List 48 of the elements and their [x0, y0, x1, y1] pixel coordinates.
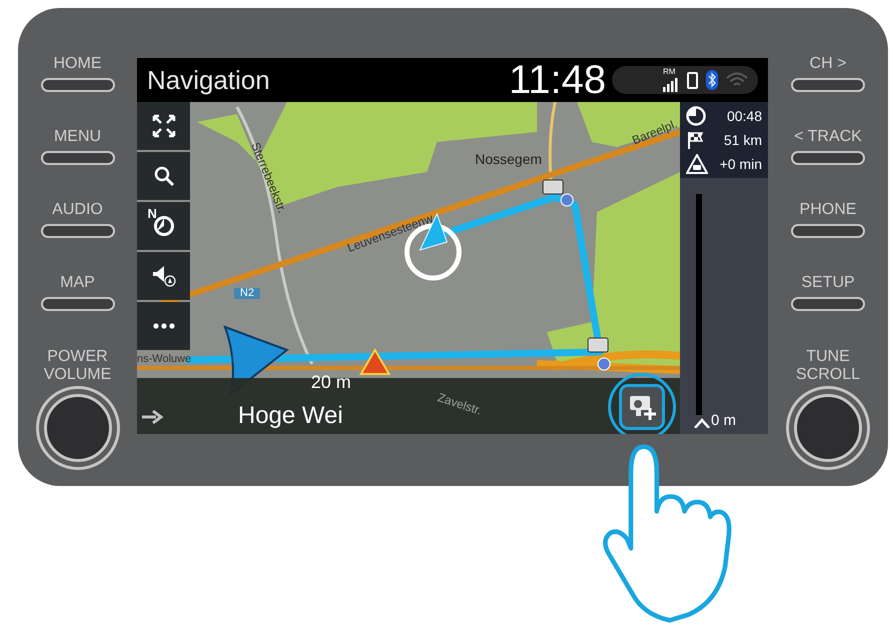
button-label: HOME [54, 56, 102, 72]
map-tool-button[interactable] [137, 302, 190, 350]
trip-value: 00:48 [726, 106, 762, 126]
battery-icon [687, 72, 698, 88]
clock-icon [686, 106, 706, 126]
fullscreen-icon [152, 114, 176, 138]
map-tool-button[interactable] [137, 102, 190, 150]
button-label: MENU [54, 129, 102, 145]
signal-label: RM [663, 68, 676, 76]
hardware-button[interactable] [40, 78, 114, 92]
checkered-flag-icon [686, 130, 706, 150]
button-label: MAP [60, 275, 95, 291]
hardware-button[interactable] [791, 297, 865, 311]
hardware-button[interactable] [791, 224, 865, 238]
search-icon [152, 165, 174, 187]
traffic-icon [686, 154, 708, 174]
camera-plus-icon [627, 394, 657, 420]
north-label: N [148, 207, 157, 220]
map-label: Nossegem [475, 152, 542, 166]
map-tool-button[interactable] [137, 252, 190, 300]
street-name: Hoge Wei [238, 404, 343, 428]
button-label: AUDIO [52, 202, 103, 218]
trip-value: +0 min [720, 154, 762, 174]
hardware-button[interactable] [791, 151, 865, 165]
button-label: CH > [810, 56, 846, 72]
signal-bars-icon [663, 76, 679, 92]
knob-label: POWER VOLUME [42, 348, 112, 384]
road-number-sign: N2 [234, 288, 260, 299]
clock-time: 11:48 [508, 60, 606, 100]
hardware-button[interactable] [40, 224, 114, 238]
trip-value: 51 km [724, 130, 762, 150]
more-icon [152, 323, 174, 329]
hardware-button[interactable] [40, 151, 114, 165]
add-speed-camera-button[interactable] [622, 387, 662, 427]
button-label: PHONE [800, 202, 856, 218]
arrow-right-icon [141, 410, 165, 424]
button-label: SETUP [801, 275, 855, 291]
hardware-button[interactable] [791, 78, 865, 92]
remaining-distance: 0 m [711, 413, 736, 428]
knob-label: TUNE SCROLL [794, 348, 862, 384]
map-tool-button[interactable]: N [137, 202, 190, 250]
hardware-button[interactable] [40, 297, 114, 311]
turn-distance: 20 m [311, 373, 352, 391]
caret-up-icon [694, 418, 710, 428]
speaker-icon [152, 265, 176, 287]
map-tool-button[interactable] [137, 152, 190, 200]
button-label: < TRACK [794, 129, 862, 145]
screen-title: Navigation [147, 64, 270, 96]
